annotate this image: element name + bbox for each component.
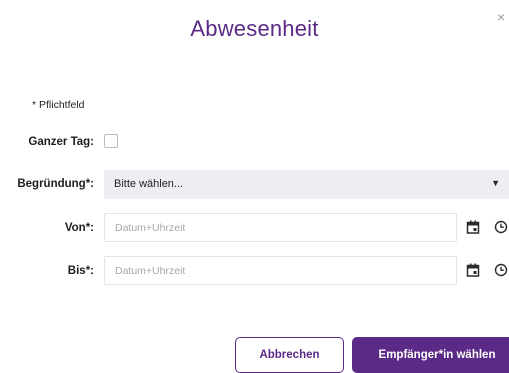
caret-down-icon: ▼ bbox=[491, 178, 500, 188]
to-placeholder: Datum+Uhrzeit bbox=[115, 265, 186, 277]
reason-label: Begründung*: bbox=[17, 178, 94, 190]
clock-icon[interactable] bbox=[494, 263, 508, 277]
from-placeholder: Datum+Uhrzeit bbox=[115, 222, 186, 234]
to-label: Bis*: bbox=[67, 265, 94, 277]
to-datetime-input[interactable]: Datum+Uhrzeit bbox=[104, 256, 457, 285]
calendar-icon[interactable] bbox=[466, 263, 480, 277]
clock-icon[interactable] bbox=[494, 220, 508, 234]
dialog-title: Abwesenheit bbox=[190, 16, 319, 41]
required-field-note: * Pflichtfeld bbox=[32, 99, 85, 111]
from-label: Von*: bbox=[64, 222, 94, 234]
full-day-label: Ganzer Tag: bbox=[28, 136, 94, 148]
from-datetime-input[interactable]: Datum+Uhrzeit bbox=[104, 213, 457, 242]
close-icon[interactable]: × bbox=[497, 10, 509, 24]
reason-selected-value: Bitte wählen... bbox=[114, 178, 184, 190]
calendar-icon[interactable] bbox=[466, 220, 480, 234]
reason-select[interactable]: Bitte wählen... ▼ bbox=[104, 170, 509, 199]
full-day-checkbox[interactable] bbox=[104, 134, 118, 148]
